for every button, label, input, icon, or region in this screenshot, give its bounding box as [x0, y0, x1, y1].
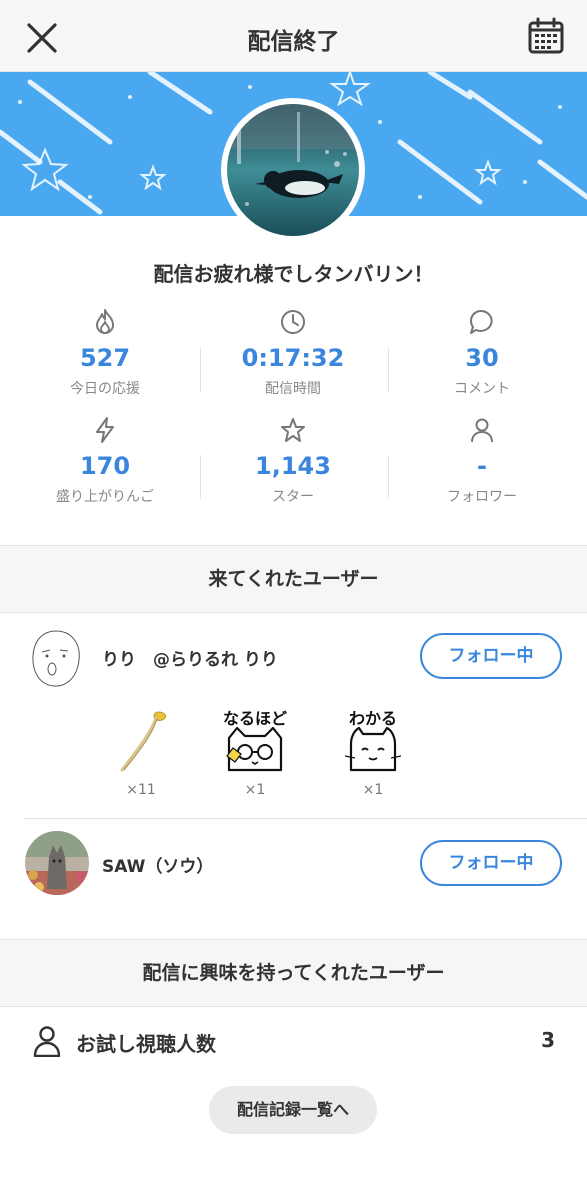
stat-value: 527 [79, 344, 131, 372]
calendar-icon[interactable] [526, 16, 566, 56]
trial-viewers-label: お試し視聴人数 [76, 1032, 216, 1056]
top-bar: 配信終了 [0, 0, 587, 72]
page-title: 配信終了 [247, 29, 340, 55]
stat-stars: 1,143 スター [198, 416, 388, 506]
visitors-section-header: 来てくれたユーザー [0, 545, 587, 613]
user-name[interactable]: りり @らりるれ りり [102, 645, 278, 670]
divider [24, 818, 587, 819]
thank-you-message: 配信お疲れ様でしタンバリン！ [153, 262, 434, 286]
stat-value: 170 [79, 452, 131, 480]
stat-label: 配信時間 [265, 381, 321, 397]
stat-value: 0:17:32 [241, 344, 345, 372]
stat-label: フォロワー [447, 489, 517, 505]
bean-sprout-icon [120, 711, 167, 772]
stat-value: - [477, 452, 487, 480]
divider [200, 455, 201, 499]
stat-label: 今日の応援 [70, 381, 140, 397]
stream-history-button[interactable]: 配信記録一覧へ [209, 1086, 377, 1134]
stat-comments: 30 コメント [387, 308, 577, 398]
user-avatar[interactable] [28, 628, 84, 690]
trial-viewers-count: 3 [541, 1028, 555, 1052]
divider [388, 455, 389, 499]
stat-apples: 170 盛り上がりんご [10, 416, 200, 506]
stat-followers: - フォロワー [387, 416, 577, 506]
follow-button[interactable]: フォロー中 [420, 840, 562, 886]
gift-item: わかる ×1 [328, 704, 418, 798]
user-avatar[interactable] [25, 831, 89, 895]
gift-count: ×1 [244, 782, 266, 798]
interested-section-header: 配信に興味を持ってくれたユーザー [0, 939, 587, 1007]
divider [200, 348, 201, 392]
stat-value: 1,143 [255, 452, 331, 480]
stat-value: 30 [465, 344, 499, 372]
user-name[interactable]: SAW（ソウ） [102, 852, 213, 877]
stat-label: コメント [454, 381, 510, 397]
flame-icon [96, 309, 114, 334]
stat-support: 527 今日の応援 [10, 308, 200, 398]
gift-item: ×11 [96, 704, 186, 798]
person-icon [33, 1026, 61, 1057]
sticker-text: なるほど [223, 709, 287, 728]
star-icon [281, 418, 305, 442]
stat-label: スター [272, 489, 314, 505]
wakaru-cat-icon: わかる [344, 709, 402, 772]
naruhodo-cat-icon: なるほど [223, 709, 287, 772]
gift-count: ×1 [362, 782, 384, 798]
person-icon [471, 418, 493, 443]
follow-button[interactable]: フォロー中 [420, 633, 562, 679]
sticker-text: わかる [349, 709, 397, 728]
comment-icon [470, 309, 493, 334]
stat-stream-time: 0:17:32 配信時間 [198, 308, 388, 398]
gift-count: ×11 [126, 782, 156, 798]
stat-label: 盛り上がりんご [56, 489, 154, 505]
streamer-avatar [221, 98, 365, 242]
clock-icon [281, 310, 305, 334]
lightning-icon [96, 417, 114, 443]
divider [388, 348, 389, 392]
gift-item: なるほど ×1 [210, 704, 300, 798]
penguin-photo [227, 104, 359, 236]
